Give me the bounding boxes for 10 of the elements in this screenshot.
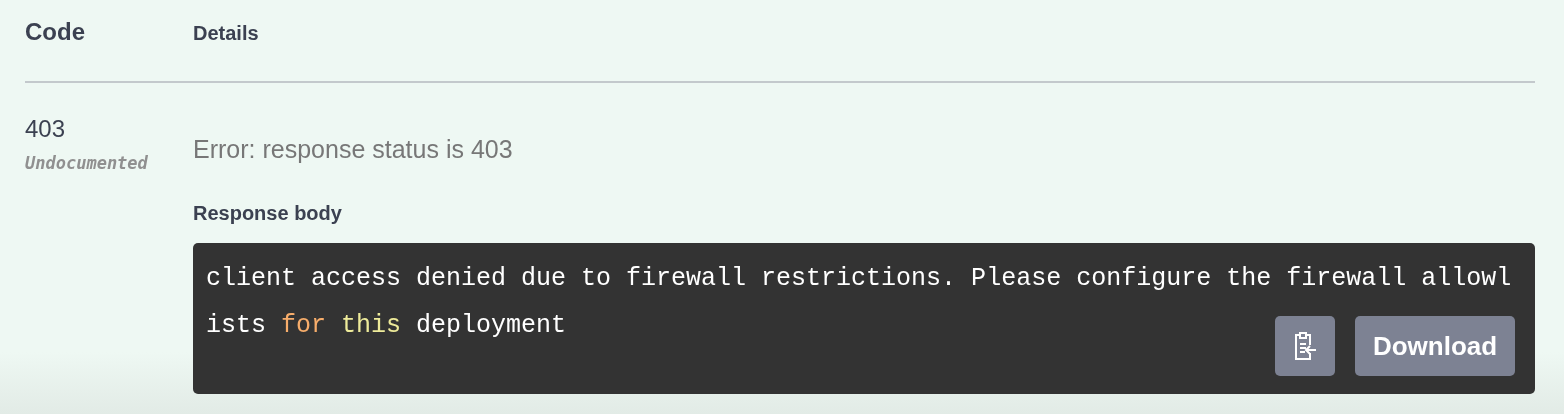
error-message: Error: response status is 403 [193,135,513,164]
status-code: 403 [25,115,67,143]
column-header: Code [25,18,86,46]
download-button[interactable]: Download [1355,316,1515,376]
status-note: Undocumented [25,153,149,173]
copy-button[interactable] [1275,316,1335,376]
clipboard-icon [1292,331,1318,361]
section-label: Response body [193,202,342,225]
column-header: Details [193,22,259,45]
response-body: client access denied due to firewall restrictions. Please configure the firewall allowl ists for this deployment Download [193,243,1535,394]
